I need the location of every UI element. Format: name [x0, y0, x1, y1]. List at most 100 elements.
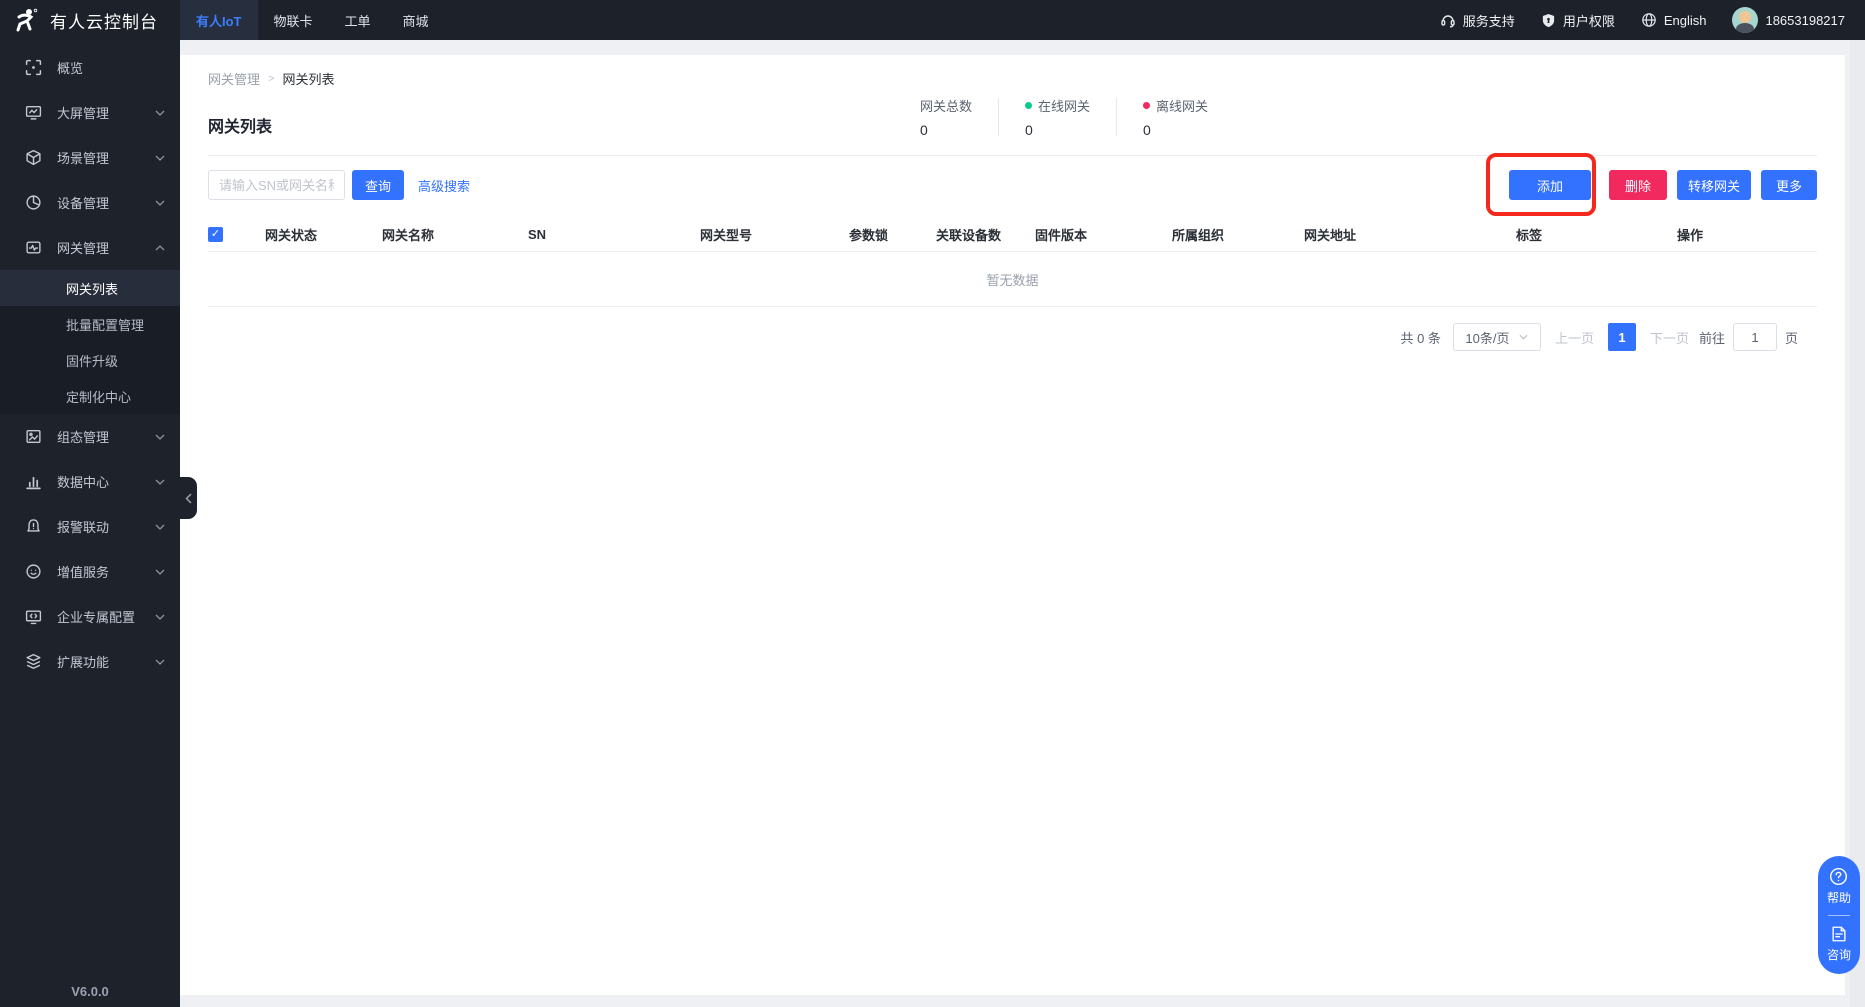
- sidebar-item-label: 网关管理: [57, 238, 109, 257]
- prev-page-button[interactable]: 上一页: [1555, 328, 1594, 347]
- app-title: 有人云控制台: [50, 8, 158, 33]
- transfer-gateway-button[interactable]: 转移网关: [1677, 170, 1751, 200]
- sidebar-item-label: 增值服务: [57, 562, 109, 581]
- page-number-1[interactable]: 1: [1608, 323, 1636, 351]
- user-permission[interactable]: 用户权限: [1541, 11, 1615, 30]
- user-permission-label: 用户权限: [1563, 11, 1615, 30]
- tab-mall[interactable]: 商城: [387, 0, 445, 40]
- breadcrumb: 网关管理 > 网关列表: [208, 67, 1817, 88]
- col-sn: SN: [528, 227, 700, 242]
- col-linked-devices: 关联设备数: [936, 225, 1035, 244]
- tab-iot-card[interactable]: 物联卡: [258, 0, 329, 40]
- sidebar-item-batch-config[interactable]: 批量配置管理: [0, 306, 180, 342]
- sidebar-item-label: 概览: [57, 58, 83, 77]
- offline-dot-icon: [1143, 102, 1150, 109]
- tab-youren-iot[interactable]: 有人IoT: [180, 0, 258, 40]
- add-button[interactable]: 添加: [1509, 170, 1591, 200]
- tab-work-order[interactable]: 工单: [329, 0, 387, 40]
- language-switcher[interactable]: English: [1641, 12, 1707, 28]
- col-param-lock: 参数锁: [849, 225, 936, 244]
- toolbar: 查询 高级搜索 添加 删除 转移网关 更多: [208, 170, 1817, 200]
- sidebar-item-configuration[interactable]: 组态管理: [0, 414, 180, 459]
- select-all-checkbox[interactable]: ✓: [208, 227, 223, 242]
- chevron-left-icon: [185, 493, 192, 504]
- empty-state: 暂无数据: [208, 252, 1817, 307]
- sidebar-item-value-added[interactable]: 增值服务: [0, 549, 180, 594]
- document-icon: [1830, 925, 1848, 943]
- search-input[interactable]: [208, 170, 345, 200]
- online-dot-icon: [1025, 102, 1032, 109]
- goto-page-input[interactable]: [1733, 323, 1777, 351]
- table-header: ✓ 网关状态 网关名称 SN 网关型号 参数锁 关联设备数 固件版本 所属组织 …: [208, 218, 1817, 252]
- avatar: [1732, 7, 1758, 33]
- breadcrumb-parent[interactable]: 网关管理: [208, 69, 260, 88]
- sidebar-item-big-screen[interactable]: 大屏管理: [0, 90, 180, 135]
- topbar: 有人云控制台 有人IoT 物联卡 工单 商城 服务支持 用户权限: [0, 0, 1865, 40]
- chevron-down-icon: [155, 479, 165, 485]
- sidebar-item-scene[interactable]: 场景管理: [0, 135, 180, 180]
- floating-help-widget: 帮助 咨询: [1818, 856, 1860, 974]
- col-actions: 操作: [1677, 225, 1817, 244]
- value-added-icon: [25, 563, 42, 580]
- help-label: 帮助: [1827, 889, 1851, 906]
- sidebar-item-gateway-list[interactable]: 网关列表: [0, 270, 180, 306]
- service-support[interactable]: 服务支持: [1440, 11, 1515, 30]
- query-button[interactable]: 查询: [352, 170, 404, 200]
- more-button[interactable]: 更多: [1761, 170, 1817, 200]
- stat-online-value: 0: [1025, 122, 1090, 138]
- stat-total: 网关总数 0: [920, 96, 998, 138]
- sidebar-item-overview[interactable]: 概览: [0, 45, 180, 90]
- content-card: 网关管理 > 网关列表 网关列表 网关总数 0 在线网关 0: [180, 55, 1845, 995]
- chevron-down-icon: [155, 155, 165, 161]
- col-gateway-address: 网关地址: [1304, 225, 1516, 244]
- user-account[interactable]: 18653198217: [1732, 7, 1845, 33]
- col-organization: 所属组织: [1172, 225, 1304, 244]
- sidebar: 概览 大屏管理 场景管理 设备管理 网关管理 网关列表 批量配置: [0, 40, 180, 1007]
- configuration-icon: [25, 428, 42, 445]
- sidebar-item-alarm[interactable]: 报警联动: [0, 504, 180, 549]
- col-gateway-name: 网关名称: [382, 225, 528, 244]
- sidebar-collapse-handle[interactable]: [180, 477, 197, 519]
- toolbar-actions: 添加 删除 转移网关 更多: [1509, 170, 1817, 200]
- advanced-search-link[interactable]: 高级搜索: [418, 176, 470, 195]
- delete-button[interactable]: 删除: [1609, 170, 1667, 200]
- sidebar-item-extension[interactable]: 扩展功能: [0, 639, 180, 684]
- consult-button[interactable]: 咨询: [1827, 925, 1851, 963]
- sidebar-item-data-center[interactable]: 数据中心: [0, 459, 180, 504]
- top-tabs: 有人IoT 物联卡 工单 商城: [180, 0, 445, 40]
- chevron-down-icon: [155, 569, 165, 575]
- next-page-button[interactable]: 下一页: [1650, 328, 1689, 347]
- page-size-select[interactable]: 10条/页: [1453, 323, 1541, 351]
- shield-icon: [1541, 13, 1556, 28]
- logo[interactable]: 有人云控制台: [0, 7, 180, 33]
- globe-icon: [1641, 12, 1657, 28]
- col-gateway-model: 网关型号: [700, 225, 849, 244]
- sidebar-item-label: 企业专属配置: [57, 607, 135, 626]
- language-label: English: [1664, 13, 1707, 28]
- breadcrumb-separator: >: [268, 73, 274, 85]
- sidebar-item-gateway[interactable]: 网关管理: [0, 225, 180, 270]
- sidebar-item-device[interactable]: 设备管理: [0, 180, 180, 225]
- enterprise-icon: [25, 608, 42, 625]
- pagination-total: 共 0 条: [1400, 328, 1440, 347]
- topbar-right: 服务支持 用户权限 English 18653198217: [1440, 7, 1865, 33]
- service-support-label: 服务支持: [1463, 11, 1515, 30]
- pagination: 共 0 条 10条/页 上一页 1 下一页 前往 页: [208, 323, 1817, 351]
- stat-total-value: 0: [920, 122, 972, 138]
- headset-icon: [1440, 12, 1456, 28]
- help-button[interactable]: 帮助: [1827, 867, 1851, 906]
- device-icon: [25, 194, 42, 211]
- chevron-up-icon: [155, 245, 165, 251]
- stat-offline: 离线网关 0: [1117, 96, 1234, 138]
- chevron-down-icon: [155, 200, 165, 206]
- sidebar-item-customization-center[interactable]: 定制化中心: [0, 378, 180, 414]
- sidebar-item-label: 数据中心: [57, 472, 109, 491]
- version-label: V6.0.0: [0, 984, 180, 999]
- col-firmware-version: 固件版本: [1035, 225, 1172, 244]
- sidebar-item-enterprise-config[interactable]: 企业专属配置: [0, 594, 180, 639]
- gateway-stats: 网关总数 0 在线网关 0 离线网关 0: [920, 96, 1234, 138]
- sidebar-item-firmware-upgrade[interactable]: 固件升级: [0, 342, 180, 378]
- data-center-icon: [25, 473, 42, 490]
- consult-label: 咨询: [1827, 946, 1851, 963]
- chevron-down-icon: [155, 614, 165, 620]
